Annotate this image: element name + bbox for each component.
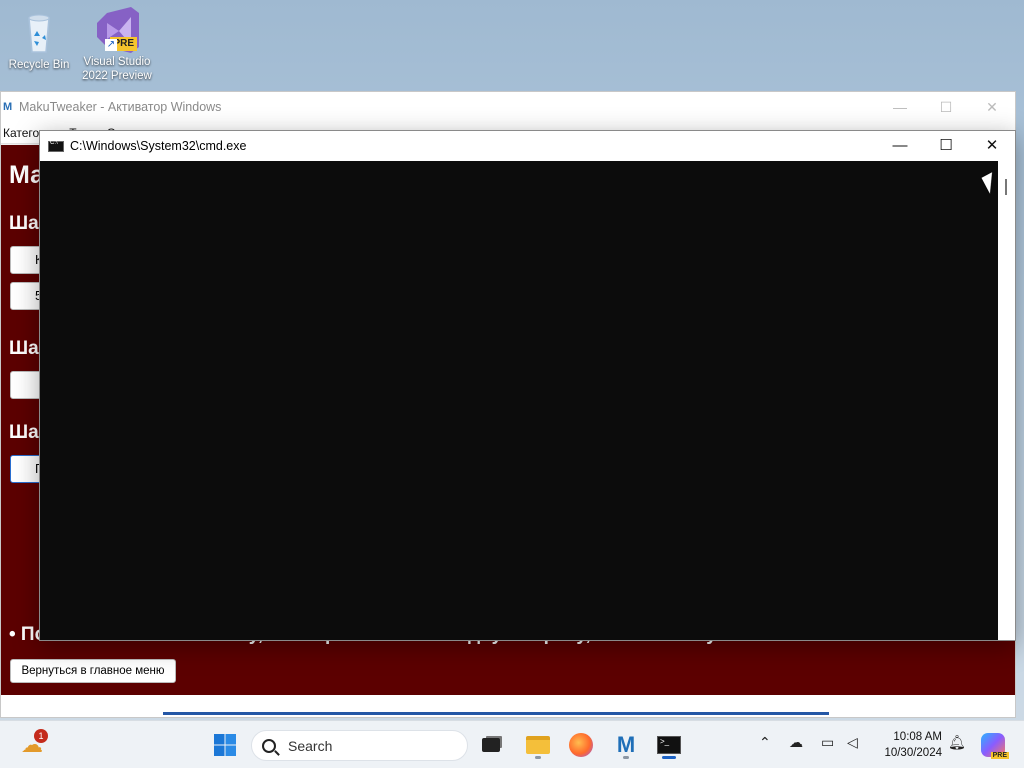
- volume-icon[interactable]: ◁: [847, 734, 858, 751]
- widgets-badge: 1: [34, 729, 48, 743]
- start-icon: [214, 734, 236, 756]
- progress-bar: [163, 712, 829, 715]
- desktop-icon-label: Recycle Bin: [8, 59, 70, 71]
- maximize-button[interactable]: ☐: [923, 92, 969, 122]
- cmd-minimize-button[interactable]: —: [877, 131, 923, 161]
- network-icon[interactable]: ▭: [821, 734, 834, 751]
- cmd-maximize-button[interactable]: ☐: [923, 131, 969, 161]
- close-button[interactable]: ✕: [969, 92, 1015, 122]
- makutweaker-icon: M: [616, 732, 636, 757]
- makutweaker-logo-icon: M: [3, 101, 13, 113]
- copilot-pre-badge: PRE: [990, 752, 1009, 759]
- cmd-scrollbar[interactable]: [998, 161, 1015, 640]
- running-indicator: [623, 756, 629, 759]
- desktop-icon-visual-studio[interactable]: PRE ↗ Visual Studio 2022 Preview: [79, 5, 155, 83]
- cmd-icon: [48, 140, 64, 152]
- search-icon: [262, 738, 276, 753]
- desktop-icon-label: Visual Studio 2022 Preview: [82, 56, 152, 82]
- taskbar-firefox[interactable]: [565, 729, 597, 761]
- clock-time: 10:08 AM: [893, 731, 942, 743]
- makutweaker-footer: [1, 695, 1015, 717]
- firefox-icon: [569, 733, 593, 757]
- shortcut-arrow-icon: ↗: [105, 39, 117, 51]
- cmd-console-area[interactable]: [40, 161, 998, 640]
- taskbar: ☁ 1 Search M >_ ⌃ ☁ ▭ ◁ 10:08 AM 10/30/2…: [0, 720, 1024, 768]
- cmd-titlebar[interactable]: C:\Windows\System32\cmd.exe — ☐ ✕: [40, 131, 1015, 161]
- search-placeholder: Search: [288, 737, 333, 754]
- step-heading-3: Ша: [9, 422, 39, 443]
- running-indicator: [535, 756, 541, 759]
- step-heading-2: Ша: [9, 338, 39, 359]
- running-indicator-active: [662, 756, 676, 759]
- taskbar-file-explorer[interactable]: [522, 729, 554, 761]
- terminal-icon: >_: [657, 736, 681, 754]
- start-button[interactable]: [209, 729, 241, 761]
- taskbar-terminal[interactable]: >_: [653, 729, 685, 761]
- minimize-button[interactable]: —: [877, 92, 923, 122]
- visual-studio-icon: PRE ↗: [93, 5, 141, 53]
- recycle-bin-icon: [15, 8, 63, 56]
- cmd-window[interactable]: C:\Windows\System32\cmd.exe — ☐ ✕: [39, 130, 1016, 641]
- taskbar-search-box[interactable]: Search: [251, 730, 468, 761]
- back-to-main-menu-button[interactable]: Вернуться в главное меню: [10, 659, 176, 683]
- makutweaker-title: MakuTweaker - Активатор Windows: [19, 100, 222, 114]
- menu-item-categories[interactable]: Катего: [3, 122, 39, 143]
- copilot-button[interactable]: PRE: [977, 729, 1009, 761]
- taskbar-makutweaker[interactable]: M: [610, 729, 642, 761]
- task-view-icon: [482, 738, 500, 752]
- chevron-up-icon[interactable]: ⌃: [759, 734, 771, 751]
- desktop-icon-recycle-bin[interactable]: Recycle Bin: [1, 8, 77, 72]
- notification-icon[interactable]: 🔔︎: [948, 734, 966, 751]
- system-clock[interactable]: 10:08 AM 10/30/2024: [884, 729, 942, 761]
- cmd-close-button[interactable]: ✕: [969, 131, 1015, 161]
- widgets-button[interactable]: ☁ 1: [16, 729, 48, 761]
- task-view-button[interactable]: [475, 729, 507, 761]
- file-explorer-icon: [526, 736, 550, 754]
- step-heading-1: Ша: [9, 213, 39, 234]
- cloud-icon[interactable]: ☁: [789, 734, 803, 751]
- cmd-title: C:\Windows\System32\cmd.exe: [70, 139, 247, 153]
- clock-date: 10/30/2024: [884, 747, 942, 759]
- makutweaker-titlebar[interactable]: M MakuTweaker - Активатор Windows — ☐ ✕: [1, 92, 1015, 122]
- scrollbar-thumb[interactable]: [1005, 179, 1007, 195]
